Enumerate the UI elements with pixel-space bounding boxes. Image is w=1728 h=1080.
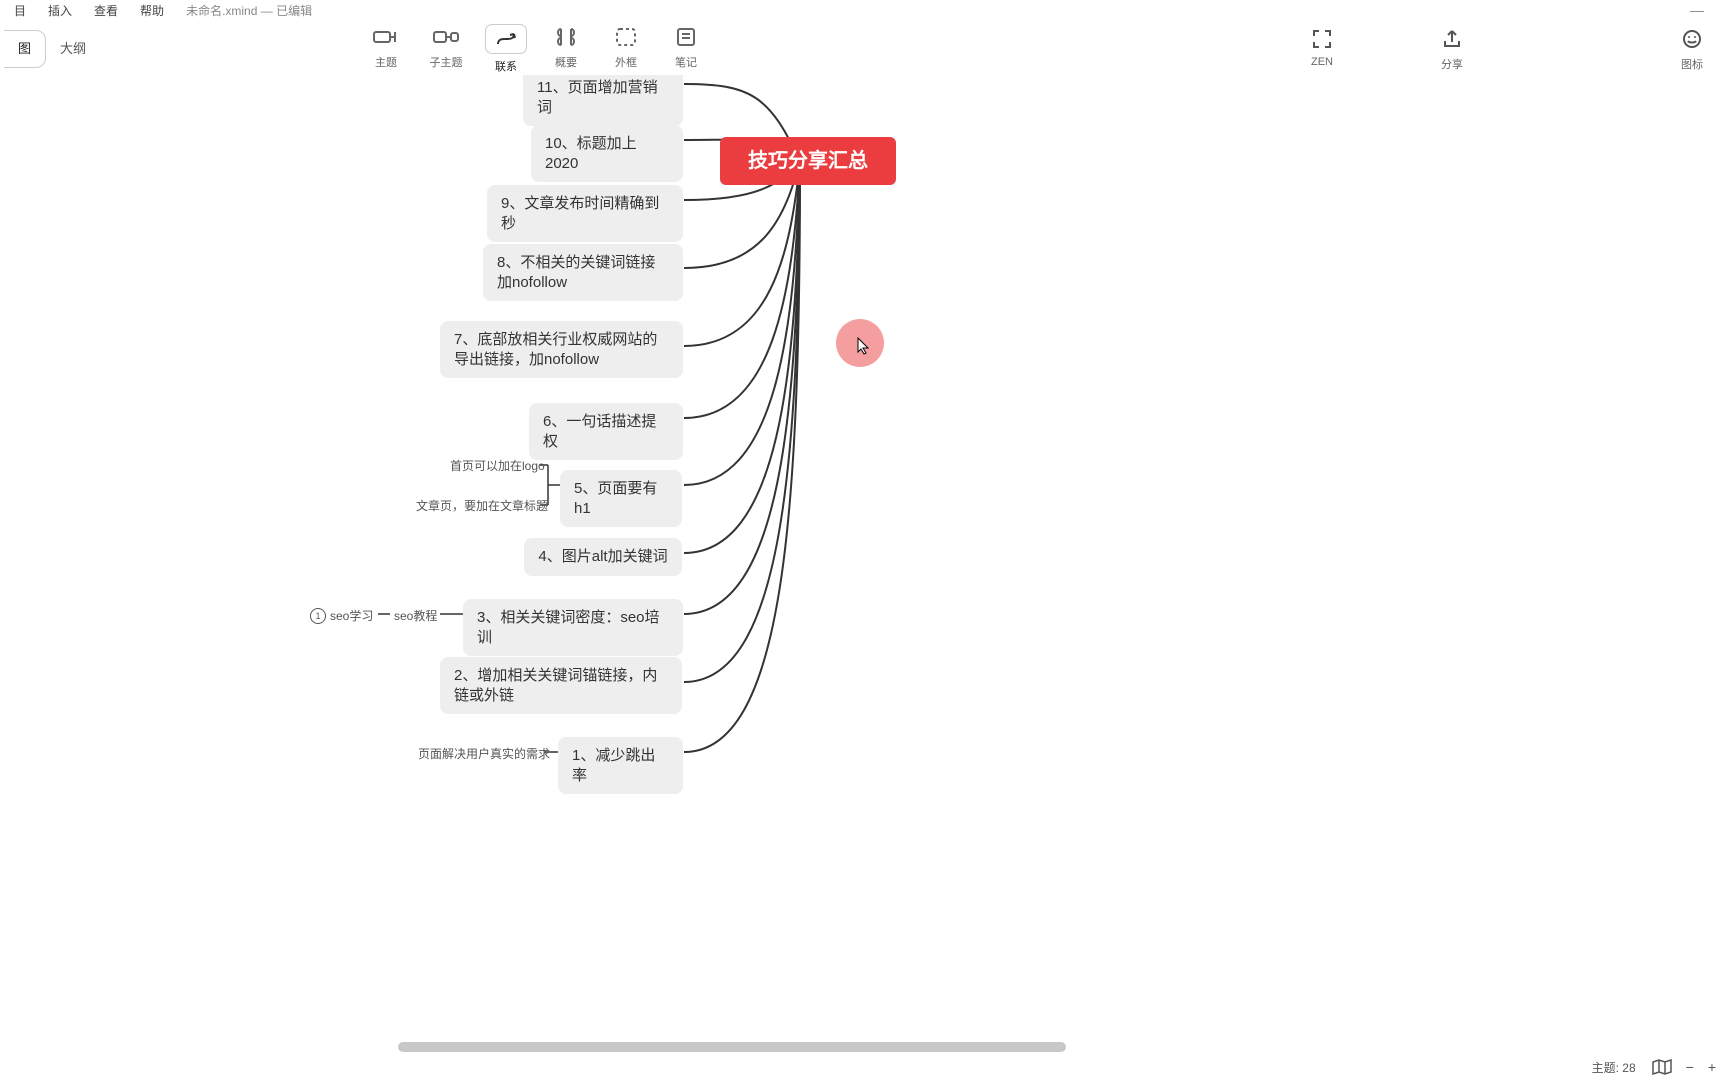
topic-icon (356, 24, 416, 50)
menu-insert[interactable]: 插入 (48, 2, 72, 19)
zoom-in[interactable]: + (1708, 1059, 1716, 1075)
node-11-text: 11、页面增加营销词 (537, 78, 669, 117)
node-6-text: 6、一句话描述提权 (543, 412, 669, 451)
node-1[interactable]: 1、减少跳出率 (558, 737, 683, 794)
tab-mindmap[interactable]: 图 (4, 30, 46, 68)
connectors (0, 75, 1728, 1054)
number-marker-icon: 1 (310, 608, 326, 624)
node-9[interactable]: 9、文章发布时间精确到秒 (487, 185, 683, 242)
node-5-sub-a[interactable]: 首页可以加在logo (450, 457, 545, 474)
node-10-text: 10、标题加上2020 (545, 134, 669, 173)
node-2[interactable]: 2、增加相关关键词锚链接，内链或外链 (440, 657, 682, 714)
toolbar-zen[interactable]: ZEN (1292, 26, 1352, 68)
window-minimize[interactable]: — (1690, 2, 1706, 18)
node-9-text: 9、文章发布时间精确到秒 (501, 194, 669, 233)
node-5-sub-b[interactable]: 文章页，要加在文章标题 (416, 497, 548, 514)
zoom-controls: − + (1686, 1059, 1716, 1075)
node-5-text: 5、页面要有h1 (574, 479, 668, 518)
node-1-sub-a[interactable]: 页面解决用户真实的需求 (418, 745, 550, 762)
node-3-sub-a-text: seo学习 (330, 607, 373, 624)
mindmap-canvas[interactable]: 技巧分享汇总 11、页面增加营销词 10、标题加上2020 9、文章发布时间精确… (0, 75, 1728, 1054)
node-3-text: 3、相关关键词密度：seo培训 (477, 608, 669, 647)
tab-outline[interactable]: 大纲 (46, 31, 100, 67)
toolbar-notes[interactable]: 笔记 (656, 24, 716, 70)
node-5[interactable]: 5、页面要有h1 (560, 470, 682, 527)
node-2-text: 2、增加相关关键词锚链接，内链或外链 (454, 666, 668, 705)
node-3-sub-a[interactable]: 1 seo学习 (310, 607, 373, 624)
toolbar-icon[interactable]: 图标 (1662, 26, 1722, 72)
horizontal-scrollbar[interactable] (0, 1040, 1728, 1054)
node-3-sub-b[interactable]: seo教程 (394, 607, 437, 624)
scrollbar-thumb[interactable] (398, 1042, 1066, 1052)
toolbar-summary[interactable]: 概要 (536, 24, 596, 70)
toolbar-subtopic-label: 子主题 (430, 57, 463, 69)
toolbar-share[interactable]: 分享 (1422, 26, 1482, 72)
toolbar-topic-label: 主题 (375, 57, 397, 69)
cursor-arrow-icon (857, 337, 871, 355)
toolbar-boundary-label: 外框 (615, 57, 637, 69)
notes-icon (656, 24, 716, 50)
node-10[interactable]: 10、标题加上2020 (531, 125, 683, 182)
toolbar-summary-label: 概要 (555, 57, 577, 69)
central-topic[interactable]: 技巧分享汇总 (720, 137, 896, 185)
topic-count: 主题: 28 (1592, 1059, 1636, 1076)
relationship-icon (485, 24, 527, 54)
node-6[interactable]: 6、一句话描述提权 (529, 403, 683, 460)
toolbar-topic[interactable]: 主题 (356, 24, 416, 70)
document-title: 未命名.xmind — 已编辑 (186, 2, 312, 19)
menu-help[interactable]: 帮助 (140, 2, 164, 19)
menubar: 目 插入 查看 帮助 未命名.xmind — 已编辑 — (0, 0, 1728, 21)
node-7[interactable]: 7、底部放相关行业权威网站的导出链接，加nofollow (440, 321, 683, 378)
menu-view[interactable]: 查看 (94, 2, 118, 19)
central-topic-text: 技巧分享汇总 (748, 148, 868, 174)
topic-count-label: 主题: (1592, 1061, 1619, 1075)
node-3[interactable]: 3、相关关键词密度：seo培训 (463, 599, 683, 656)
toolbar-icon-label: 图标 (1681, 59, 1703, 71)
toolbar-relationship-label: 联系 (495, 61, 517, 73)
summary-icon (536, 24, 596, 50)
toolbar-share-label: 分享 (1441, 59, 1463, 71)
toolbar-relationship[interactable]: 联系 (476, 24, 536, 74)
menu-leading[interactable]: 目 (14, 2, 26, 19)
node-1-text: 1、减少跳出率 (572, 746, 669, 785)
topic-count-value: 28 (1622, 1061, 1635, 1075)
node-11[interactable]: 11、页面增加营销词 (523, 75, 683, 126)
node-4[interactable]: 4、图片alt加关键词 (524, 538, 682, 576)
boundary-icon (596, 24, 656, 50)
toolbar-boundary[interactable]: 外框 (596, 24, 656, 70)
node-8-text: 8、不相关的关键词链接加nofollow (497, 253, 669, 292)
zoom-out[interactable]: − (1686, 1059, 1694, 1075)
toolbar-notes-label: 笔记 (675, 57, 697, 69)
node-4-text: 4、图片alt加关键词 (538, 547, 667, 567)
node-7-text: 7、底部放相关行业权威网站的导出链接，加nofollow (454, 330, 669, 369)
toolbar: 图 大纲 主题 子主题 联系 概要 (0, 21, 1728, 77)
subtopic-icon (416, 24, 476, 50)
view-tabs: 图 大纲 (0, 30, 100, 68)
node-8[interactable]: 8、不相关的关键词链接加nofollow (483, 244, 683, 301)
zen-icon (1292, 26, 1352, 52)
share-icon (1422, 26, 1482, 52)
minimap-toggle[interactable] (1652, 1059, 1672, 1075)
toolbar-subtopic[interactable]: 子主题 (416, 24, 476, 70)
status-bar: 主题: 28 − + (0, 1054, 1728, 1080)
smiley-icon (1662, 26, 1722, 52)
toolbar-zen-label: ZEN (1311, 56, 1333, 68)
